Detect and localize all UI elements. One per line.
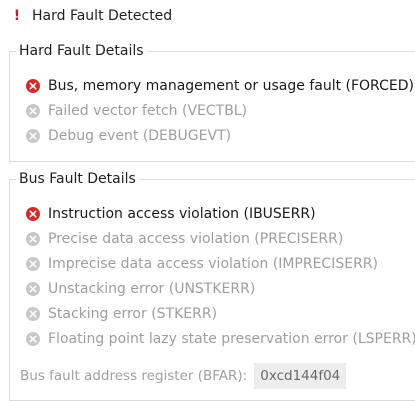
bus-fault-item-unstkerr: Unstacking error (UNSTKERR)	[26, 279, 255, 299]
bfar-row: Bus fault address register (BFAR): 0xcd1…	[20, 363, 347, 389]
dialog-header: ! Hard Fault Detected	[10, 6, 172, 26]
fault-label: Precise data access violation (PRECISERR…	[48, 231, 344, 247]
error-icon	[26, 232, 40, 246]
hard-fault-item-vectbl: Failed vector fetch (VECTBL)	[26, 101, 247, 121]
bus-fault-item-lsperr: Floating point lazy state preservation e…	[26, 329, 415, 349]
hard-fault-item-forced: Bus, memory management or usage fault (F…	[26, 76, 414, 96]
error-icon	[26, 332, 40, 346]
error-icon	[26, 104, 40, 118]
fault-label: Instruction access violation (IBUSERR)	[48, 206, 316, 222]
fault-label: Imprecise data access violation (IMPRECI…	[48, 256, 378, 272]
page-title: Hard Fault Detected	[32, 8, 173, 24]
exclamation-icon: !	[13, 8, 21, 24]
fault-label: Unstacking error (UNSTKERR)	[48, 281, 256, 297]
error-icon	[26, 257, 40, 271]
error-icon	[26, 79, 40, 93]
group-title: Hard Fault Details	[16, 42, 147, 60]
fault-label: Bus, memory management or usage fault (F…	[48, 78, 414, 94]
group-title: Bus Fault Details	[16, 170, 139, 188]
error-icon	[26, 207, 40, 221]
bus-fault-item-stkerr: Stacking error (STKERR)	[26, 304, 217, 324]
bus-fault-item-ibuserr: Instruction access violation (IBUSERR)	[26, 204, 316, 224]
hard-fault-details-group: Hard Fault Details Bus, memory managemen…	[9, 42, 415, 162]
bfar-label: Bus fault address register (BFAR):	[20, 368, 248, 384]
bus-fault-item-preciserr: Precise data access violation (PRECISERR…	[26, 229, 343, 249]
error-icon	[26, 129, 40, 143]
fault-label: Failed vector fetch (VECTBL)	[48, 103, 248, 119]
error-icon	[26, 282, 40, 296]
fault-label: Floating point lazy state preservation e…	[48, 331, 415, 347]
bus-fault-item-impreciserr: Imprecise data access violation (IMPRECI…	[26, 254, 378, 274]
fault-label: Stacking error (STKERR)	[48, 306, 218, 322]
hard-fault-item-debugevt: Debug event (DEBUGEVT)	[26, 126, 231, 146]
error-icon	[26, 307, 40, 321]
fault-label: Debug event (DEBUGEVT)	[48, 128, 232, 144]
bfar-value-field[interactable]: 0xcd144f04	[254, 363, 347, 389]
